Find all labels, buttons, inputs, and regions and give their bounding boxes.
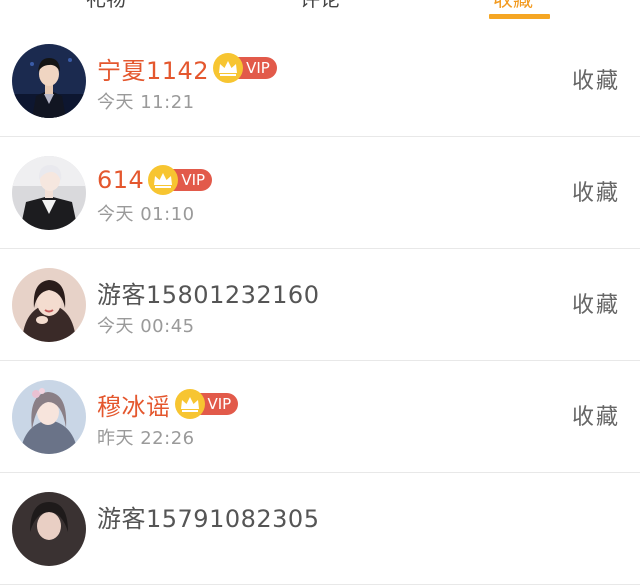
timestamp: 今天 11:21: [97, 92, 195, 113]
avatar[interactable]: [12, 268, 86, 342]
crown-icon: [213, 53, 244, 83]
vip-badge: VIP: [174, 389, 239, 419]
user-name[interactable]: 游客15801232160: [97, 275, 319, 310]
user-name[interactable]: 游客15791082305: [97, 499, 319, 534]
list-item[interactable]: 宁夏1142 VIP 今天 11:21 收藏: [0, 25, 640, 137]
avatar-image: [12, 44, 86, 118]
active-tab-indicator: [489, 14, 550, 19]
avatar[interactable]: [12, 380, 86, 454]
tab-comments[interactable]: 评论: [300, 0, 340, 10]
favorite-action[interactable]: 收藏: [572, 63, 620, 95]
avatar[interactable]: [12, 492, 86, 566]
list-item[interactable]: 614 VIP 今天 01:10 收藏: [0, 137, 640, 249]
tab-gifts[interactable]: 礼物: [86, 0, 126, 10]
crown-icon: [174, 389, 205, 419]
list-item[interactable]: 游客15791082305: [0, 473, 640, 585]
user-name[interactable]: 614: [97, 166, 144, 194]
name-line: 穆冰谣 VIP: [97, 387, 239, 422]
avatar-image: [12, 268, 86, 342]
avatar-image: [12, 492, 86, 566]
timestamp: 今天 01:10: [97, 204, 195, 225]
name-line: 614 VIP: [97, 163, 213, 197]
user-name[interactable]: 宁夏1142: [97, 51, 209, 86]
favorite-action[interactable]: 收藏: [572, 287, 620, 319]
vip-badge: VIP: [148, 165, 213, 195]
name-line: 游客15791082305: [97, 499, 319, 533]
favorites-list: 宁夏1142 VIP 今天 11:21 收藏 614 VIP 今天 01:10 …: [0, 25, 640, 585]
tab-favorites[interactable]: 收藏: [493, 0, 533, 10]
name-line: 游客15801232160: [97, 275, 319, 309]
favorite-action[interactable]: 收藏: [572, 399, 620, 431]
vip-badge: VIP: [213, 53, 277, 83]
user-name[interactable]: 穆冰谣: [97, 387, 171, 422]
avatar-image: [12, 380, 86, 454]
name-line: 宁夏1142 VIP: [97, 51, 277, 85]
avatar[interactable]: [12, 156, 86, 230]
list-item[interactable]: 游客15801232160 今天 00:45 收藏: [0, 249, 640, 361]
timestamp: 昨天 22:26: [97, 428, 195, 449]
favorite-action[interactable]: 收藏: [572, 175, 620, 207]
top-tab-bar: 礼物 评论 收藏: [0, 0, 640, 26]
avatar[interactable]: [12, 44, 86, 118]
avatar-image: [12, 156, 86, 230]
timestamp: 今天 00:45: [97, 316, 195, 337]
list-item[interactable]: 穆冰谣 VIP 昨天 22:26 收藏: [0, 361, 640, 473]
